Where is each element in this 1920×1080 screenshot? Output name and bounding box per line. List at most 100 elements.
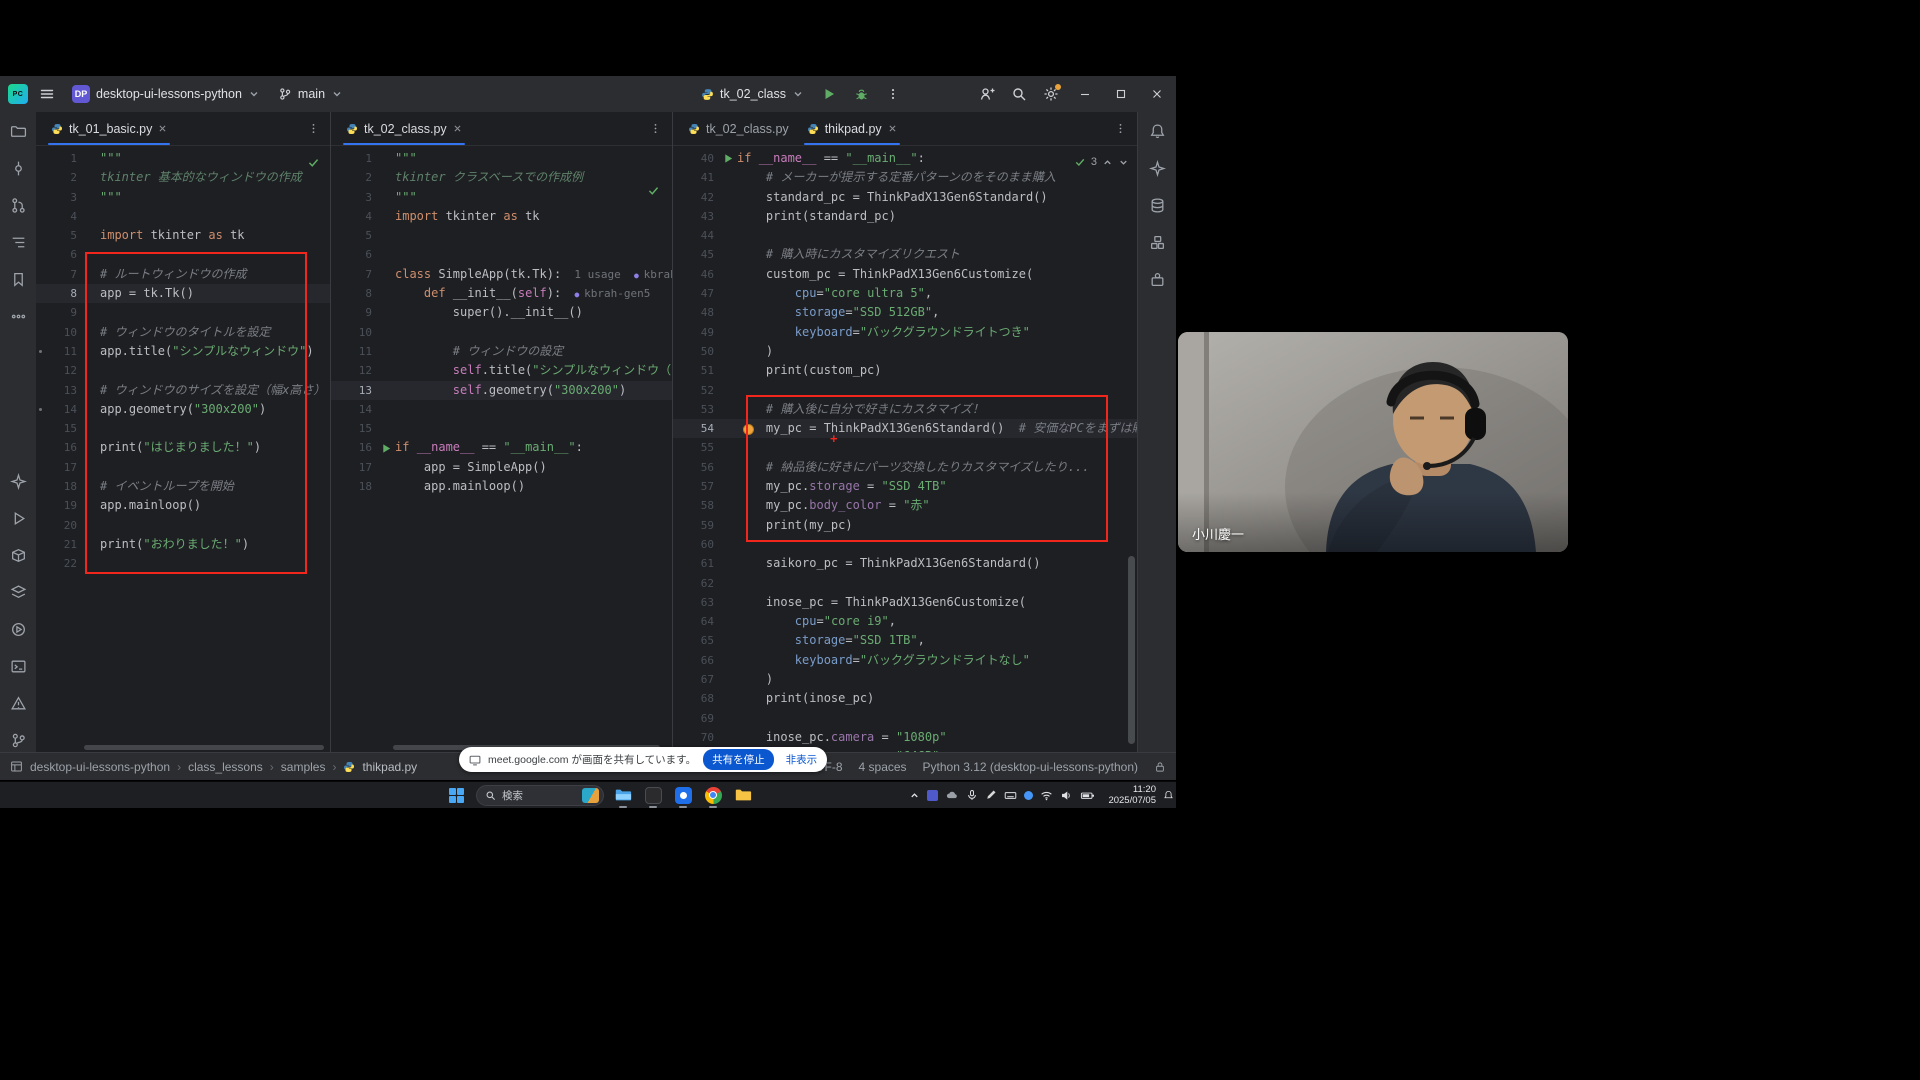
tab-close-icon[interactable] [453,124,462,133]
line-number[interactable]: 20 [36,516,82,535]
tab-options-icon[interactable] [1109,118,1131,140]
start-button[interactable] [444,784,468,806]
tab-tk_02_class-pane2[interactable]: tk_02_class.py [337,112,471,145]
line-number[interactable]: 14 [331,400,377,419]
services-icon[interactable] [7,581,29,603]
code-line[interactable]: 63 inose_pc = ThinkPadX13Gen6Customize( [673,593,1137,612]
line-number[interactable]: 40 [673,149,719,168]
code-line[interactable]: 64 cpu="core i9", [673,612,1137,631]
debug-button[interactable] [848,81,874,107]
structure-icon[interactable] [7,231,29,253]
line-number[interactable]: 15 [36,419,82,438]
line-number[interactable]: 68 [673,689,719,708]
code-line[interactable]: 61 saikoro_pc = ThinkPadX13Gen6Standard(… [673,554,1137,573]
code-line[interactable]: 16if __name__ == "__main__": [331,438,672,457]
line-number[interactable]: 54 [673,419,719,438]
breadcrumb-file[interactable]: thikpad.py [362,760,417,774]
line-number[interactable]: 53 [673,400,719,419]
code-line[interactable]: 7class SimpleApp(tk.Tk): 1 usage ● kbrah… [331,265,672,284]
code-line[interactable]: 5import tkinter as tk [36,226,330,245]
line-number[interactable]: 60 [673,535,719,554]
code-line[interactable]: 50 ) [673,342,1137,361]
dependencies-icon[interactable] [1146,231,1168,253]
code-line[interactable]: 22 [36,554,330,573]
line-number[interactable]: 13 [331,381,377,400]
line-number[interactable]: 56 [673,458,719,477]
code-line[interactable]: 2tkinter 基本的なウィンドウの作成 [36,168,330,187]
line-number[interactable]: 52 [673,381,719,400]
code-line[interactable]: 13# ウィンドウのサイズを設定（幅x高さ） [36,381,330,400]
interpreter-indicator[interactable]: Python 3.12 (desktop-ui-lessons-python) [923,760,1138,774]
line-number[interactable]: 13 [36,381,82,400]
code-line[interactable]: 60 [673,535,1137,554]
line-number[interactable]: 2 [36,168,82,187]
line-number[interactable]: 69 [673,709,719,728]
line-number[interactable]: 5 [36,226,82,245]
code-line[interactable]: 2tkinter クラスベースでの作成例 [331,168,672,187]
tab-close-icon[interactable] [158,124,167,133]
version-control-icon[interactable] [7,729,29,751]
code-line[interactable]: 12 [36,361,330,380]
code-line[interactable]: 14 [331,400,672,419]
breadcrumb-project[interactable]: desktop-ui-lessons-python [30,760,170,774]
code-line[interactable]: 5 [331,226,672,245]
line-number[interactable]: 63 [673,593,719,612]
code-line[interactable]: 51 print(custom_pc) [673,361,1137,380]
code-line[interactable]: 1""" [331,149,672,168]
line-number[interactable]: 50 [673,342,719,361]
code-line[interactable]: 68 print(inose_pc) [673,689,1137,708]
line-number[interactable]: 11 [36,342,82,361]
line-number[interactable]: 62 [673,574,719,593]
database-icon[interactable] [1146,194,1168,216]
line-number[interactable]: 21 [36,535,82,554]
line-number[interactable]: 5 [331,226,377,245]
code-line[interactable]: 70 inose_pc.camera = "1080p" [673,728,1137,747]
line-number[interactable]: 58 [673,496,719,515]
code-line[interactable]: 52 [673,381,1137,400]
code-line[interactable]: 16print("はじまりました！") [36,438,330,457]
code-line[interactable]: 1""" [36,149,330,168]
ai-assistant-icon[interactable] [7,470,29,492]
run-config-widget[interactable]: tk_02_class [695,84,810,104]
line-number[interactable]: 43 [673,207,719,226]
code-line[interactable]: 8 def __init__(self): ● kbrah-gen5 [331,284,672,303]
code-line[interactable]: 11app.title("シンプルなウィンドウ") [36,342,330,361]
line-number[interactable]: 46 [673,265,719,284]
next-problem-icon[interactable] [1118,157,1129,168]
project-window-icon[interactable] [10,760,23,773]
code-line[interactable]: 17 app = SimpleApp() [331,458,672,477]
hide-banner-button[interactable]: 非表示 [781,752,823,767]
code-line[interactable]: 54 my_pc = ThinkPadX13Gen6Standard() # 安… [673,419,1137,438]
minimize-button[interactable] [1070,79,1100,109]
code-editor-tk01[interactable]: 1"""2tkinter 基本的なウィンドウの作成3"""45import tk… [36,146,330,752]
tray-pen-icon[interactable] [985,789,997,801]
code-line[interactable]: 45 # 購入時にカスタマイズリクエスト [673,245,1137,264]
python-packages-icon[interactable] [7,544,29,566]
code-line[interactable]: 9 [36,303,330,322]
line-number[interactable]: 6 [331,245,377,264]
line-number[interactable]: 12 [331,361,377,380]
code-line[interactable]: 19app.mainloop() [36,496,330,515]
line-number[interactable]: 17 [36,458,82,477]
commit-icon[interactable] [7,157,29,179]
vertical-scrollbar[interactable] [1128,556,1135,744]
code-line[interactable]: 43 print(standard_pc) [673,207,1137,226]
notifications-bell-icon[interactable] [1146,120,1168,142]
code-line[interactable]: 15 [36,419,330,438]
code-line[interactable]: 69 [673,709,1137,728]
run-anything-icon[interactable] [7,618,29,640]
run-tool-icon[interactable] [7,507,29,529]
breadcrumb-samples[interactable]: samples [281,760,326,774]
maximize-button[interactable] [1106,79,1136,109]
line-number[interactable]: 8 [331,284,377,303]
inspections-ok-icon[interactable] [647,184,660,197]
settings-gear-icon[interactable] [1038,81,1064,107]
code-line[interactable]: 49 keyboard="バックグラウンドライトつき" [673,323,1137,342]
taskbar-search[interactable]: 検索 [476,785,604,806]
code-line[interactable]: 7# ルートウィンドウの作成 [36,265,330,284]
tray-keyboard-icon[interactable] [1004,789,1017,802]
line-number[interactable]: 16 [331,438,377,457]
code-line[interactable]: 40if __name__ == "__main__": [673,149,1137,168]
problems-icon[interactable] [7,692,29,714]
line-number[interactable]: 45 [673,245,719,264]
